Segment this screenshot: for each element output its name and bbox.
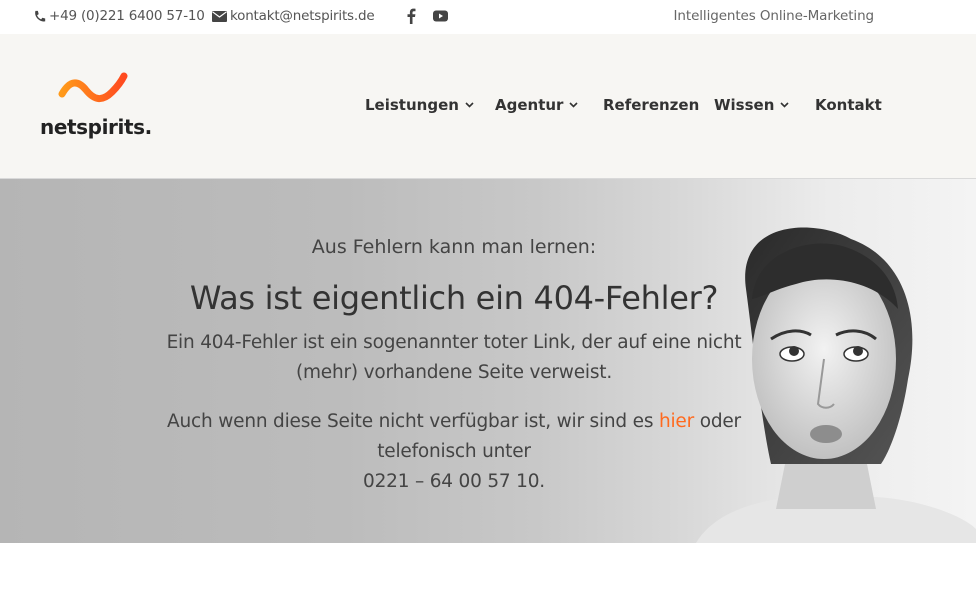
phone-link[interactable]: +49 (0)221 6400 57-10 bbox=[33, 8, 205, 24]
facebook-icon[interactable] bbox=[405, 8, 417, 24]
nav-label: Leistungen bbox=[365, 96, 459, 114]
hero-kicker: Aus Fehlern kann man lernen: bbox=[311, 236, 597, 258]
logo[interactable]: netspirits. bbox=[40, 70, 160, 144]
hero-paragraph-1: Ein 404-Fehler ist ein sogenannter toter… bbox=[166, 332, 742, 383]
tagline: Intelligentes Online-Marketing bbox=[673, 8, 875, 24]
contact-link[interactable]: hier bbox=[659, 411, 694, 432]
nav-item-leistungen[interactable]: Leistungen bbox=[365, 96, 474, 114]
nav-item-kontakt[interactable]: Kontakt bbox=[815, 96, 882, 114]
chevron-down-icon bbox=[465, 102, 474, 108]
top-bar: +49 (0)221 6400 57-10 kontakt@netspirits… bbox=[0, 0, 976, 34]
email-text: kontakt@netspirits.de bbox=[230, 8, 375, 24]
hero-phone: 0221 – 64 00 57 10. bbox=[363, 471, 545, 492]
phone-text: +49 (0)221 6400 57-10 bbox=[49, 8, 205, 24]
site-header: netspirits. Leistungen Agentur Referenze… bbox=[0, 34, 976, 179]
hero-text-before: Auch wenn diese Seite nicht verfügbar is… bbox=[167, 411, 659, 432]
nav-label: Wissen bbox=[714, 96, 775, 114]
nav-label: Kontakt bbox=[815, 96, 882, 114]
nav-label: Referenzen bbox=[603, 96, 700, 114]
logo-text: netspirits. bbox=[40, 115, 152, 139]
nav-label: Agentur bbox=[495, 96, 564, 114]
logo-wave-icon bbox=[58, 72, 128, 102]
hero-section: Aus Fehlern kann man lernen: Was ist eig… bbox=[0, 179, 976, 543]
chevron-down-icon bbox=[780, 102, 789, 108]
nav-item-referenzen[interactable]: Referenzen bbox=[603, 96, 699, 114]
mail-icon bbox=[212, 10, 227, 22]
email-link[interactable]: kontakt@netspirits.de bbox=[212, 8, 375, 24]
nav-item-agentur[interactable]: Agentur bbox=[495, 96, 579, 114]
nav-item-wissen[interactable]: Wissen bbox=[714, 96, 789, 114]
page-title: Was ist eigentlich ein 404-Fehler? bbox=[189, 279, 719, 317]
chevron-down-icon bbox=[569, 102, 579, 108]
phone-icon bbox=[35, 10, 46, 21]
youtube-icon[interactable] bbox=[433, 10, 448, 22]
hero-paragraph-2: Auch wenn diese Seite nicht verfügbar is… bbox=[150, 407, 758, 497]
